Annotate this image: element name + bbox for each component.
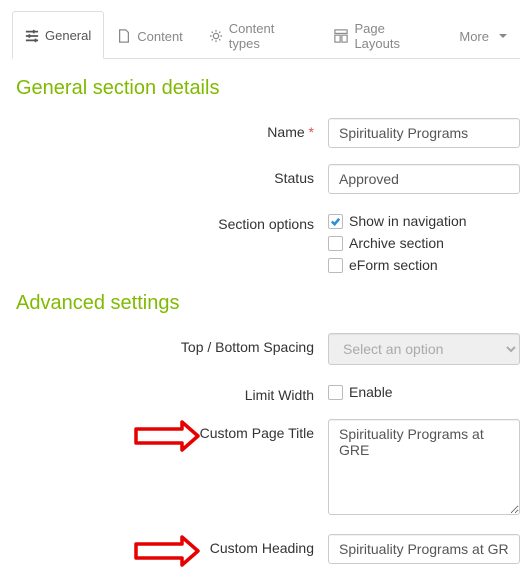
checkbox-eform[interactable]	[328, 258, 343, 273]
row-custom-heading: Custom Heading	[0, 534, 520, 564]
tab-content[interactable]: Content	[104, 11, 196, 59]
custom-heading-input[interactable]	[328, 534, 520, 564]
file-icon	[117, 29, 131, 43]
chevron-down-icon	[499, 34, 507, 38]
status-input[interactable]	[328, 164, 520, 194]
required-marker: *	[309, 124, 314, 140]
custom-page-title-input[interactable]: Spirituality Programs at GRE	[328, 419, 520, 515]
opt-enable: Enable	[349, 384, 393, 400]
tab-content-types[interactable]: Content types	[196, 11, 322, 59]
checkbox-show-nav[interactable]	[328, 214, 343, 229]
opt-archive: Archive section	[349, 235, 444, 251]
tab-page-layouts[interactable]: Page Layouts	[321, 11, 446, 59]
name-input[interactable]	[328, 118, 520, 148]
label-limit-width: Limit Width	[0, 381, 328, 403]
opt-eform: eForm section	[349, 257, 438, 273]
label-section-options: Section options	[0, 210, 328, 232]
tab-label: More	[459, 29, 489, 44]
tab-more[interactable]: More	[446, 11, 520, 59]
label-name: Name	[267, 124, 304, 140]
heading-advanced: Advanced settings	[16, 292, 520, 315]
advanced-form: Top / Bottom Spacing Select an option Li…	[0, 333, 520, 564]
tab-bar: General Content Content types Page Layou…	[12, 10, 520, 59]
heading-general-details: General section details	[16, 77, 520, 100]
row-spacing: Top / Bottom Spacing Select an option	[0, 333, 520, 365]
label-status: Status	[0, 164, 328, 186]
label-spacing: Top / Bottom Spacing	[0, 333, 328, 355]
tab-label: Page Layouts	[354, 21, 433, 51]
row-status: Status	[0, 164, 520, 194]
sliders-icon	[25, 29, 39, 43]
tab-label: General	[45, 28, 91, 43]
checkbox-archive[interactable]	[328, 236, 343, 251]
label-custom-heading: Custom Heading	[0, 534, 328, 556]
gear-icon	[209, 29, 223, 43]
row-limit-width: Limit Width Enable	[0, 381, 520, 403]
tab-label: Content types	[229, 21, 309, 51]
opt-show-nav: Show in navigation	[349, 213, 467, 229]
label-custom-page-title: Custom Page Title	[0, 419, 328, 441]
row-section-options: Section options Show in navigation Archi…	[0, 210, 520, 276]
spacing-select[interactable]: Select an option	[328, 333, 520, 365]
row-name: Name *	[0, 118, 520, 148]
tab-label: Content	[137, 29, 183, 44]
tab-general[interactable]: General	[12, 11, 104, 59]
layout-icon	[334, 29, 348, 43]
general-form: Name * Status Section options Show in na…	[0, 118, 520, 276]
checkbox-limit-width[interactable]	[328, 385, 343, 400]
row-custom-page-title: Custom Page Title Spirituality Programs …	[0, 419, 520, 518]
